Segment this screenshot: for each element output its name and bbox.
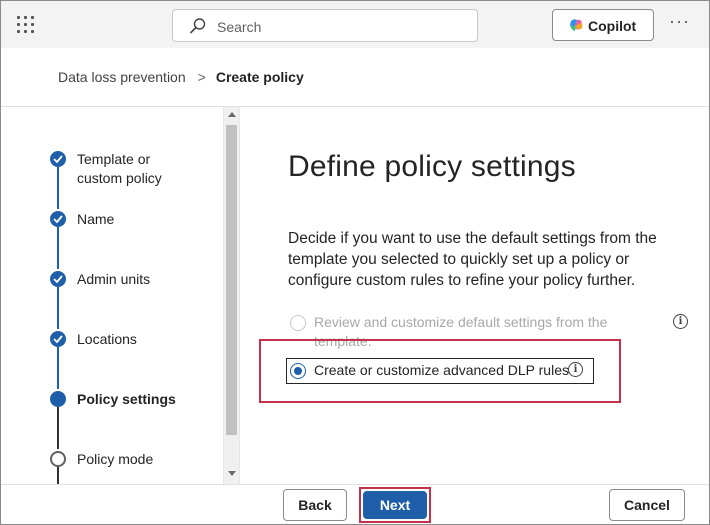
step-policy-mode-label[interactable]: Policy mode	[77, 450, 197, 469]
scroll-up-icon[interactable]	[228, 112, 236, 117]
breadcrumb: Data loss prevention > Create policy	[58, 69, 304, 87]
step-policy-settings-label[interactable]: Policy settings	[77, 390, 197, 409]
step-connector	[57, 167, 59, 209]
wizard-steps: Template or custom policy Name Admin uni…	[1, 107, 223, 484]
copilot-icon	[570, 19, 583, 31]
back-button[interactable]: Back	[283, 489, 347, 521]
step-complete-icon	[50, 271, 66, 287]
search-icon	[190, 18, 206, 34]
step-connector	[57, 227, 59, 269]
advanced-rules-radio[interactable]	[290, 363, 306, 379]
step-connector	[57, 287, 59, 329]
step-pending-icon	[50, 451, 66, 467]
top-bar: Search Copilot ···	[1, 1, 709, 48]
copilot-label: Copilot	[588, 18, 637, 34]
scroll-thumb[interactable]	[226, 125, 237, 435]
search-placeholder: Search	[217, 19, 262, 35]
step-template-label[interactable]: Template or custom policy	[77, 150, 197, 188]
breadcrumb-parent[interactable]: Data loss prevention	[58, 69, 186, 85]
step-connector	[57, 407, 59, 449]
step-complete-icon	[50, 331, 66, 347]
info-icon[interactable]: i	[568, 362, 583, 377]
copilot-button[interactable]: Copilot	[552, 9, 654, 41]
review-defaults-radio[interactable]	[290, 315, 306, 331]
page-title: Define policy settings	[288, 150, 576, 183]
advanced-rules-label[interactable]: Create or customize advanced DLP rules	[314, 361, 569, 380]
step-connector	[57, 347, 59, 389]
breadcrumb-current: Create policy	[215, 69, 304, 85]
page-description: Decide if you want to use the default se…	[288, 230, 657, 289]
step-complete-icon	[50, 211, 66, 227]
step-admin-units-label[interactable]: Admin units	[77, 270, 197, 289]
step-connector	[57, 467, 59, 484]
step-locations-label[interactable]: Locations	[77, 330, 197, 349]
step-current-icon	[50, 391, 66, 407]
info-icon[interactable]: i	[673, 314, 688, 329]
step-name-label[interactable]: Name	[77, 210, 197, 229]
step-complete-icon	[50, 151, 66, 167]
steps-scrollbar[interactable]	[223, 107, 240, 484]
scroll-down-icon[interactable]	[228, 471, 236, 476]
footer-divider	[1, 484, 709, 485]
search-input[interactable]: Search	[172, 9, 478, 42]
more-options-icon[interactable]: ···	[669, 11, 689, 39]
breadcrumb-separator: >	[197, 69, 206, 85]
next-button[interactable]: Next	[363, 491, 427, 519]
app-launcher-icon[interactable]	[17, 16, 35, 34]
cancel-button[interactable]: Cancel	[609, 489, 685, 521]
